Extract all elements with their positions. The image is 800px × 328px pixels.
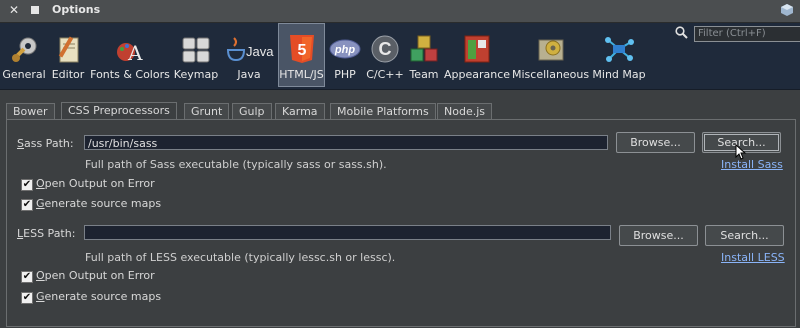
install-sass-link[interactable]: Install Sass <box>721 158 783 171</box>
java-cup-icon: Java <box>226 37 274 62</box>
category-label: C/C++ <box>366 68 404 81</box>
tab-mobile-platforms[interactable]: Mobile Platforms <box>330 103 436 119</box>
category-label: Fonts & Colors <box>90 68 170 81</box>
title-bar: ✕ Options <box>0 0 800 23</box>
sass-path-label: Sass Path: <box>17 137 74 150</box>
wrench-gear-icon <box>12 37 37 62</box>
svg-text:php: php <box>334 44 355 56</box>
less-generate-maps-checkbox[interactable]: ✔ <box>21 292 33 304</box>
sass-open-output-checkbox[interactable]: ✔ <box>21 179 33 191</box>
category-fonts-colors[interactable]: A Fonts & Colors <box>88 24 172 86</box>
category-mind-map[interactable]: Mind Map <box>592 24 646 86</box>
less-path-label: LESS Path: <box>17 227 76 240</box>
pencil-notepad-icon <box>58 36 79 63</box>
less-browse-button[interactable]: Browse... <box>619 225 698 246</box>
less-search-button[interactable]: Search... <box>705 225 784 246</box>
less-open-output-checkbox[interactable]: ✔ <box>21 271 33 283</box>
svg-text:Java: Java <box>246 44 274 59</box>
mind-map-icon <box>605 37 634 62</box>
tab-grunt[interactable]: Grunt <box>184 103 230 119</box>
mouse-cursor-icon <box>735 144 747 160</box>
category-label: HTML/JS <box>279 68 324 81</box>
category-keymap[interactable]: Keymap <box>173 24 219 86</box>
category-php[interactable]: php PHP <box>327 24 363 86</box>
category-editor[interactable]: Editor <box>48 24 88 86</box>
html5-shield-icon: 5 <box>289 35 314 63</box>
category-label: Keymap <box>173 68 219 81</box>
tab-gulp[interactable]: Gulp <box>232 103 272 119</box>
tab-karma[interactable]: Karma <box>275 103 325 119</box>
category-html-js[interactable]: 5 HTML/JS <box>278 23 325 87</box>
sass-generate-maps-checkbox[interactable]: ✔ <box>21 199 33 211</box>
less-path-hint: Full path of LESS executable (typically … <box>85 251 396 264</box>
php-logo-icon: php <box>329 39 361 59</box>
less-open-output-label: Open Output on Error <box>36 269 155 282</box>
less-generate-maps-label: Generate source maps <box>36 290 162 303</box>
category-team[interactable]: Team <box>406 24 442 86</box>
sass-path-input[interactable]: /usr/bin/sass <box>84 135 608 150</box>
category-general[interactable]: General <box>2 24 46 86</box>
svg-text:A: A <box>127 41 143 65</box>
category-label: Team <box>409 68 439 81</box>
category-label: General <box>2 68 46 81</box>
close-icon[interactable]: ✕ <box>7 3 21 17</box>
category-toolbar: General Editor A Fonts & Colors Keymap J… <box>0 23 800 90</box>
category-c-cpp[interactable]: C C/C++ <box>365 24 405 86</box>
search-icon <box>675 26 688 39</box>
svg-text:C: C <box>379 39 392 59</box>
sass-generate-maps-label: Generate source maps <box>36 197 162 210</box>
sass-browse-button[interactable]: Browse... <box>616 132 695 153</box>
category-label: Mind Map <box>592 68 646 81</box>
tab-nodejs[interactable]: Node.js <box>437 103 492 119</box>
keyboard-icon <box>182 37 210 63</box>
category-label: Miscellaneous <box>512 68 590 81</box>
category-java[interactable]: Java Java <box>222 24 276 86</box>
window-title: Options <box>52 3 101 16</box>
less-path-input[interactable] <box>84 225 611 240</box>
category-label: Java <box>237 68 261 81</box>
cube-icon <box>781 4 793 16</box>
category-label: PHP <box>334 68 356 81</box>
maximize-icon[interactable] <box>28 3 42 17</box>
window-layout-icon <box>464 35 490 63</box>
cubes-icon <box>410 35 438 62</box>
category-label: Editor <box>51 68 85 81</box>
svg-text:5: 5 <box>297 42 306 59</box>
font-palette-icon: A <box>117 41 143 65</box>
category-label: Appearance <box>443 68 511 81</box>
tab-bower[interactable]: Bower <box>6 103 55 119</box>
filter-input[interactable]: Filter (Ctrl+F) <box>694 26 800 42</box>
category-miscellaneous[interactable]: Miscellaneous <box>512 24 589 86</box>
install-less-link[interactable]: Install LESS <box>721 251 785 264</box>
sass-path-hint: Full path of Sass executable (typically … <box>85 158 387 171</box>
tab-css-preprocessors[interactable]: CSS Preprocessors <box>61 102 177 120</box>
c-logo-icon: C <box>371 35 399 63</box>
category-appearance[interactable]: Appearance <box>443 24 511 86</box>
sass-open-output-label: Open Output on Error <box>36 177 155 190</box>
misc-box-icon <box>538 39 563 61</box>
